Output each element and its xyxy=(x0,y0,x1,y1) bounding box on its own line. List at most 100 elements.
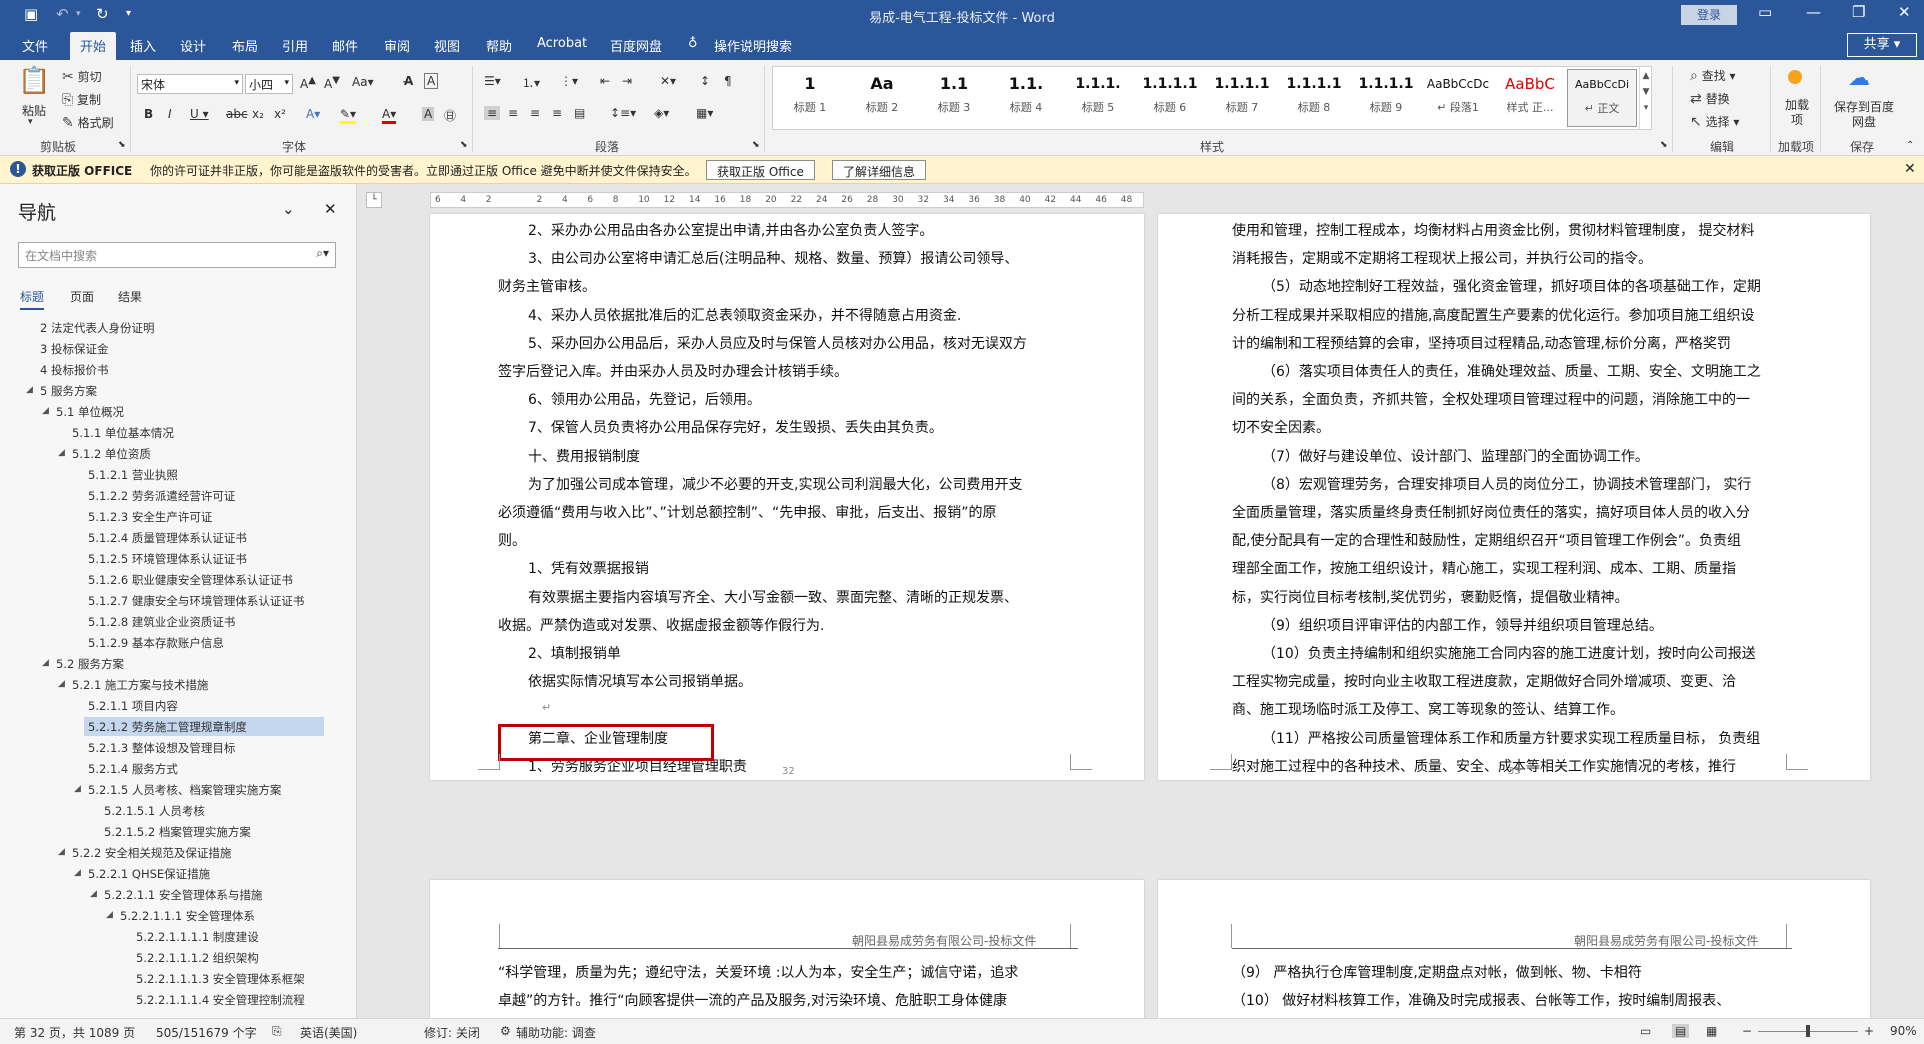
zoom-slider-thumb[interactable] xyxy=(1806,1025,1810,1037)
paragraph-line[interactable]: 织对施工过程中的各种技术、质量、安全、成本等相关工作实施情况的考核，推行 xyxy=(1232,756,1736,776)
addins-button[interactable]: 加载项 xyxy=(1782,98,1812,128)
nav-heading-item[interactable]: 3 投标保证金 xyxy=(40,341,108,357)
font-color-icon[interactable]: A▾ xyxy=(382,107,397,124)
paragraph-line[interactable]: 使用和管理，控制工程成本，均衡材料占用资金比例，贯彻材料管理制度， 提交材料 xyxy=(1232,220,1754,240)
tab-layout[interactable]: 布局 xyxy=(232,36,258,55)
paragraph-line[interactable]: 计的编制和工程预结算的会审，坚持项目过程精品,动态管理,标价分离，严格奖罚 xyxy=(1232,333,1731,353)
paragraph-line[interactable]: （9）组织项目评审评估的内部工作，领导并组织项目管理总结。 xyxy=(1262,615,1663,635)
nav-heading-item[interactable]: 5.2.2.1 QHSE保证措施 xyxy=(88,866,210,882)
shrink-font-icon[interactable]: A▼ xyxy=(324,75,340,91)
shading-icon[interactable]: ◈▾ xyxy=(654,106,669,120)
style-normal-alt[interactable]: AaBbC 样式 正... xyxy=(1495,69,1565,127)
paragraph-line[interactable]: 财务主管审核。 xyxy=(498,276,596,296)
search-icon[interactable]: ⌕▾ xyxy=(316,246,329,261)
styles-scroll[interactable]: ▲ ▼ ▾ xyxy=(1639,67,1652,129)
expand-triangle-icon[interactable]: ◢ xyxy=(58,448,65,458)
paragraph-line[interactable]: （9） 严格执行仓库管理制度,定期盘点对帐，做到帐、物、卡相符 xyxy=(1232,962,1642,982)
nav-heading-item[interactable]: 5.2.1.3 整体设想及管理目标 xyxy=(88,740,235,756)
style-heading-3[interactable]: 1.1 标题 3 xyxy=(919,69,989,127)
login-button[interactable]: 登录 xyxy=(1681,5,1737,25)
font-launcher-icon[interactable]: ⬊ xyxy=(460,140,468,150)
more-styles-icon[interactable]: ▾ xyxy=(1640,103,1652,113)
clipboard-launcher-icon[interactable]: ⬊ xyxy=(118,140,126,150)
line-spacing-icon[interactable]: ↕≡▾ xyxy=(610,106,636,120)
paragraph-line[interactable]: “科学管理，质量为先；遵纪守法，关爱环境 :以人为本，安全生产；诚信守诺，追求 xyxy=(498,962,1018,982)
collapse-ribbon-icon[interactable]: ⌃ xyxy=(1906,140,1914,151)
align-left-icon[interactable]: ≡ xyxy=(484,106,501,120)
highlight-icon[interactable]: ✎▾ xyxy=(340,107,357,124)
get-genuine-button[interactable]: 获取正版 Office xyxy=(706,160,815,180)
character-shading-icon[interactable]: A xyxy=(422,107,435,121)
paragraph-line[interactable]: 十、费用报销制度 xyxy=(528,446,640,466)
paragraph-line[interactable]: 5、采办回办公用品后，采办人员应及时与保管人员核对办公用品，核对无误双方 xyxy=(528,333,1027,353)
change-case-icon[interactable]: Aa▾ xyxy=(352,75,374,89)
web-layout-icon[interactable]: ▦ xyxy=(1706,1024,1717,1038)
nav-heading-item[interactable]: 5.2.1.5.1 人员考核 xyxy=(104,803,205,819)
tab-review[interactable]: 审阅 xyxy=(384,36,410,55)
style-normal[interactable]: AaBbCcDi ↵ 正文 xyxy=(1567,69,1637,127)
paragraph-line[interactable]: （7）做好与建设单位、设计部门、监理部门的全面协调工作。 xyxy=(1262,446,1649,466)
style-heading-4[interactable]: 1.1. 标题 4 xyxy=(991,69,1061,127)
subscript-icon[interactable]: x₂ xyxy=(252,107,264,121)
close-message-icon[interactable]: ✕ xyxy=(1904,161,1916,177)
zoom-in-icon[interactable]: + xyxy=(1864,1024,1874,1038)
paragraph-line[interactable]: 卓越”的方针。推行“向顾客提供一流的产品及服务,对污染环境、危脏职工身体健康 xyxy=(498,990,1007,1010)
enclose-characters-icon[interactable]: ㊐ xyxy=(444,107,456,124)
underline-icon[interactable]: U ▾ xyxy=(190,107,209,121)
ribbon-display-options-icon[interactable]: ▭ xyxy=(1758,3,1772,21)
nav-heading-item[interactable]: 5.2.1.5 人员考核、档案管理实施方案 xyxy=(88,782,281,798)
page-count[interactable]: 第 32 页，共 1089 页 xyxy=(14,1024,135,1041)
chinese-layout-icon[interactable]: ✕▾ xyxy=(660,74,676,88)
baidu-cloud-icon[interactable]: ☁ xyxy=(1848,66,1870,91)
nav-heading-item[interactable]: 5.1.2.2 劳务派遣经营许可证 xyxy=(88,488,235,504)
tab-references[interactable]: 引用 xyxy=(282,36,308,55)
paragraph-line[interactable]: 全面质量管理，落实质量终身责任制抓好岗位责任的落实，搞好项目体人员的收入分 xyxy=(1232,502,1750,522)
close-icon[interactable]: ✕ xyxy=(1898,3,1911,21)
decrease-indent-icon[interactable]: ⇤ xyxy=(600,74,610,88)
paragraph-line[interactable]: 商、施工现场临时派工及停工、窝工等现象的签认、结算工作。 xyxy=(1232,699,1624,719)
format-painter-button[interactable]: ✎ 格式刷 xyxy=(62,114,114,131)
paragraph-line[interactable]: 切不安全因素。 xyxy=(1232,417,1330,437)
nav-heading-item[interactable]: 5.2.2.1.1.1.4 安全管理控制流程 xyxy=(136,992,305,1008)
nav-heading-item[interactable]: 5.1.2.4 质量管理体系认证证书 xyxy=(88,530,247,546)
align-center-icon[interactable]: ≡ xyxy=(508,106,518,120)
style-heading-1[interactable]: 1 标题 1 xyxy=(775,69,845,127)
italic-icon[interactable]: I xyxy=(168,107,172,121)
paragraph-line[interactable]: 6、领用办公用品，先登记，后领用。 xyxy=(528,389,761,409)
nav-heading-item[interactable]: 5.2.2.1.1.1.1 制度建设 xyxy=(136,929,259,945)
expand-triangle-icon[interactable]: ◢ xyxy=(74,784,81,794)
paragraph-line[interactable]: （10）负责主持编制和组织实施施工合同内容的施工进度计划，按时向公司报送 xyxy=(1262,643,1756,663)
grow-font-icon[interactable]: A▲ xyxy=(300,75,316,91)
nav-heading-item[interactable]: 5.2 服务方案 xyxy=(56,656,124,672)
nav-heading-item[interactable]: 5.2.1.4 服务方式 xyxy=(88,761,178,777)
paragraph-line[interactable]: 必须遵循“费用与收入比”、”计划总额控制”、“先申报、审批，后支出、报销”的原 xyxy=(498,502,997,522)
paste-icon[interactable]: 📋 xyxy=(18,66,50,96)
nav-heading-item[interactable]: 5.1 单位概况 xyxy=(56,404,124,420)
nav-tab-pages[interactable]: 页面 xyxy=(70,288,94,305)
superscript-icon[interactable]: x² xyxy=(274,107,286,121)
borders-icon[interactable]: ▦▾ xyxy=(696,106,713,120)
distributed-icon[interactable]: ▤ xyxy=(574,106,585,120)
nav-heading-item[interactable]: 5.1.2.6 职业健康安全管理体系认证证书 xyxy=(88,572,293,588)
expand-triangle-icon[interactable]: ◢ xyxy=(58,679,65,689)
paragraph-line[interactable]: 工程实物完成量，按时向业主收取工程进度款，定期做好合同外增减项、变更、洽 xyxy=(1232,671,1736,691)
align-right-icon[interactable]: ≡ xyxy=(530,106,540,120)
horizontal-ruler[interactable]: 6 4 2 2 4 6 8 10 12 14 16 18 20 22 24 26 28 30 32 34 36 38 40 4… xyxy=(430,192,1144,208)
nav-heading-item[interactable]: 5.2.1.5.2 档案管理实施方案 xyxy=(104,824,251,840)
expand-triangle-icon[interactable]: ◢ xyxy=(90,889,97,899)
select-button[interactable]: ↖ 选择 ▾ xyxy=(1690,113,1739,130)
character-border-icon[interactable]: A xyxy=(424,73,439,89)
accessibility-status[interactable]: 辅助功能: 调查 xyxy=(516,1024,596,1041)
style-heading-9[interactable]: 1.1.1.1 标题 9 xyxy=(1351,69,1421,127)
language[interactable]: 英语(美国) xyxy=(300,1024,357,1041)
tab-help[interactable]: 帮助 xyxy=(486,36,512,55)
paste-dropdown-icon[interactable]: ▾ xyxy=(28,117,33,127)
style-heading-5[interactable]: 1.1.1. 标题 5 xyxy=(1063,69,1133,127)
nav-heading-item[interactable]: 5.2.1.2 劳务施工管理规章制度 xyxy=(88,719,247,735)
expand-triangle-icon[interactable]: ◢ xyxy=(42,658,49,668)
paragraph-line[interactable]: 标，实行岗位目标考核制,奖优罚劣，褒勤贬惰，提倡敬业精神。 xyxy=(1232,587,1628,607)
nav-heading-item[interactable]: 5.2.1.1 项目内容 xyxy=(88,698,178,714)
paragraph-line[interactable]: 则。 xyxy=(498,530,526,550)
save-to-baidu-button[interactable]: 保存到百度网盘 xyxy=(1832,100,1896,130)
nav-tab-headings[interactable]: 标题 xyxy=(20,288,45,310)
